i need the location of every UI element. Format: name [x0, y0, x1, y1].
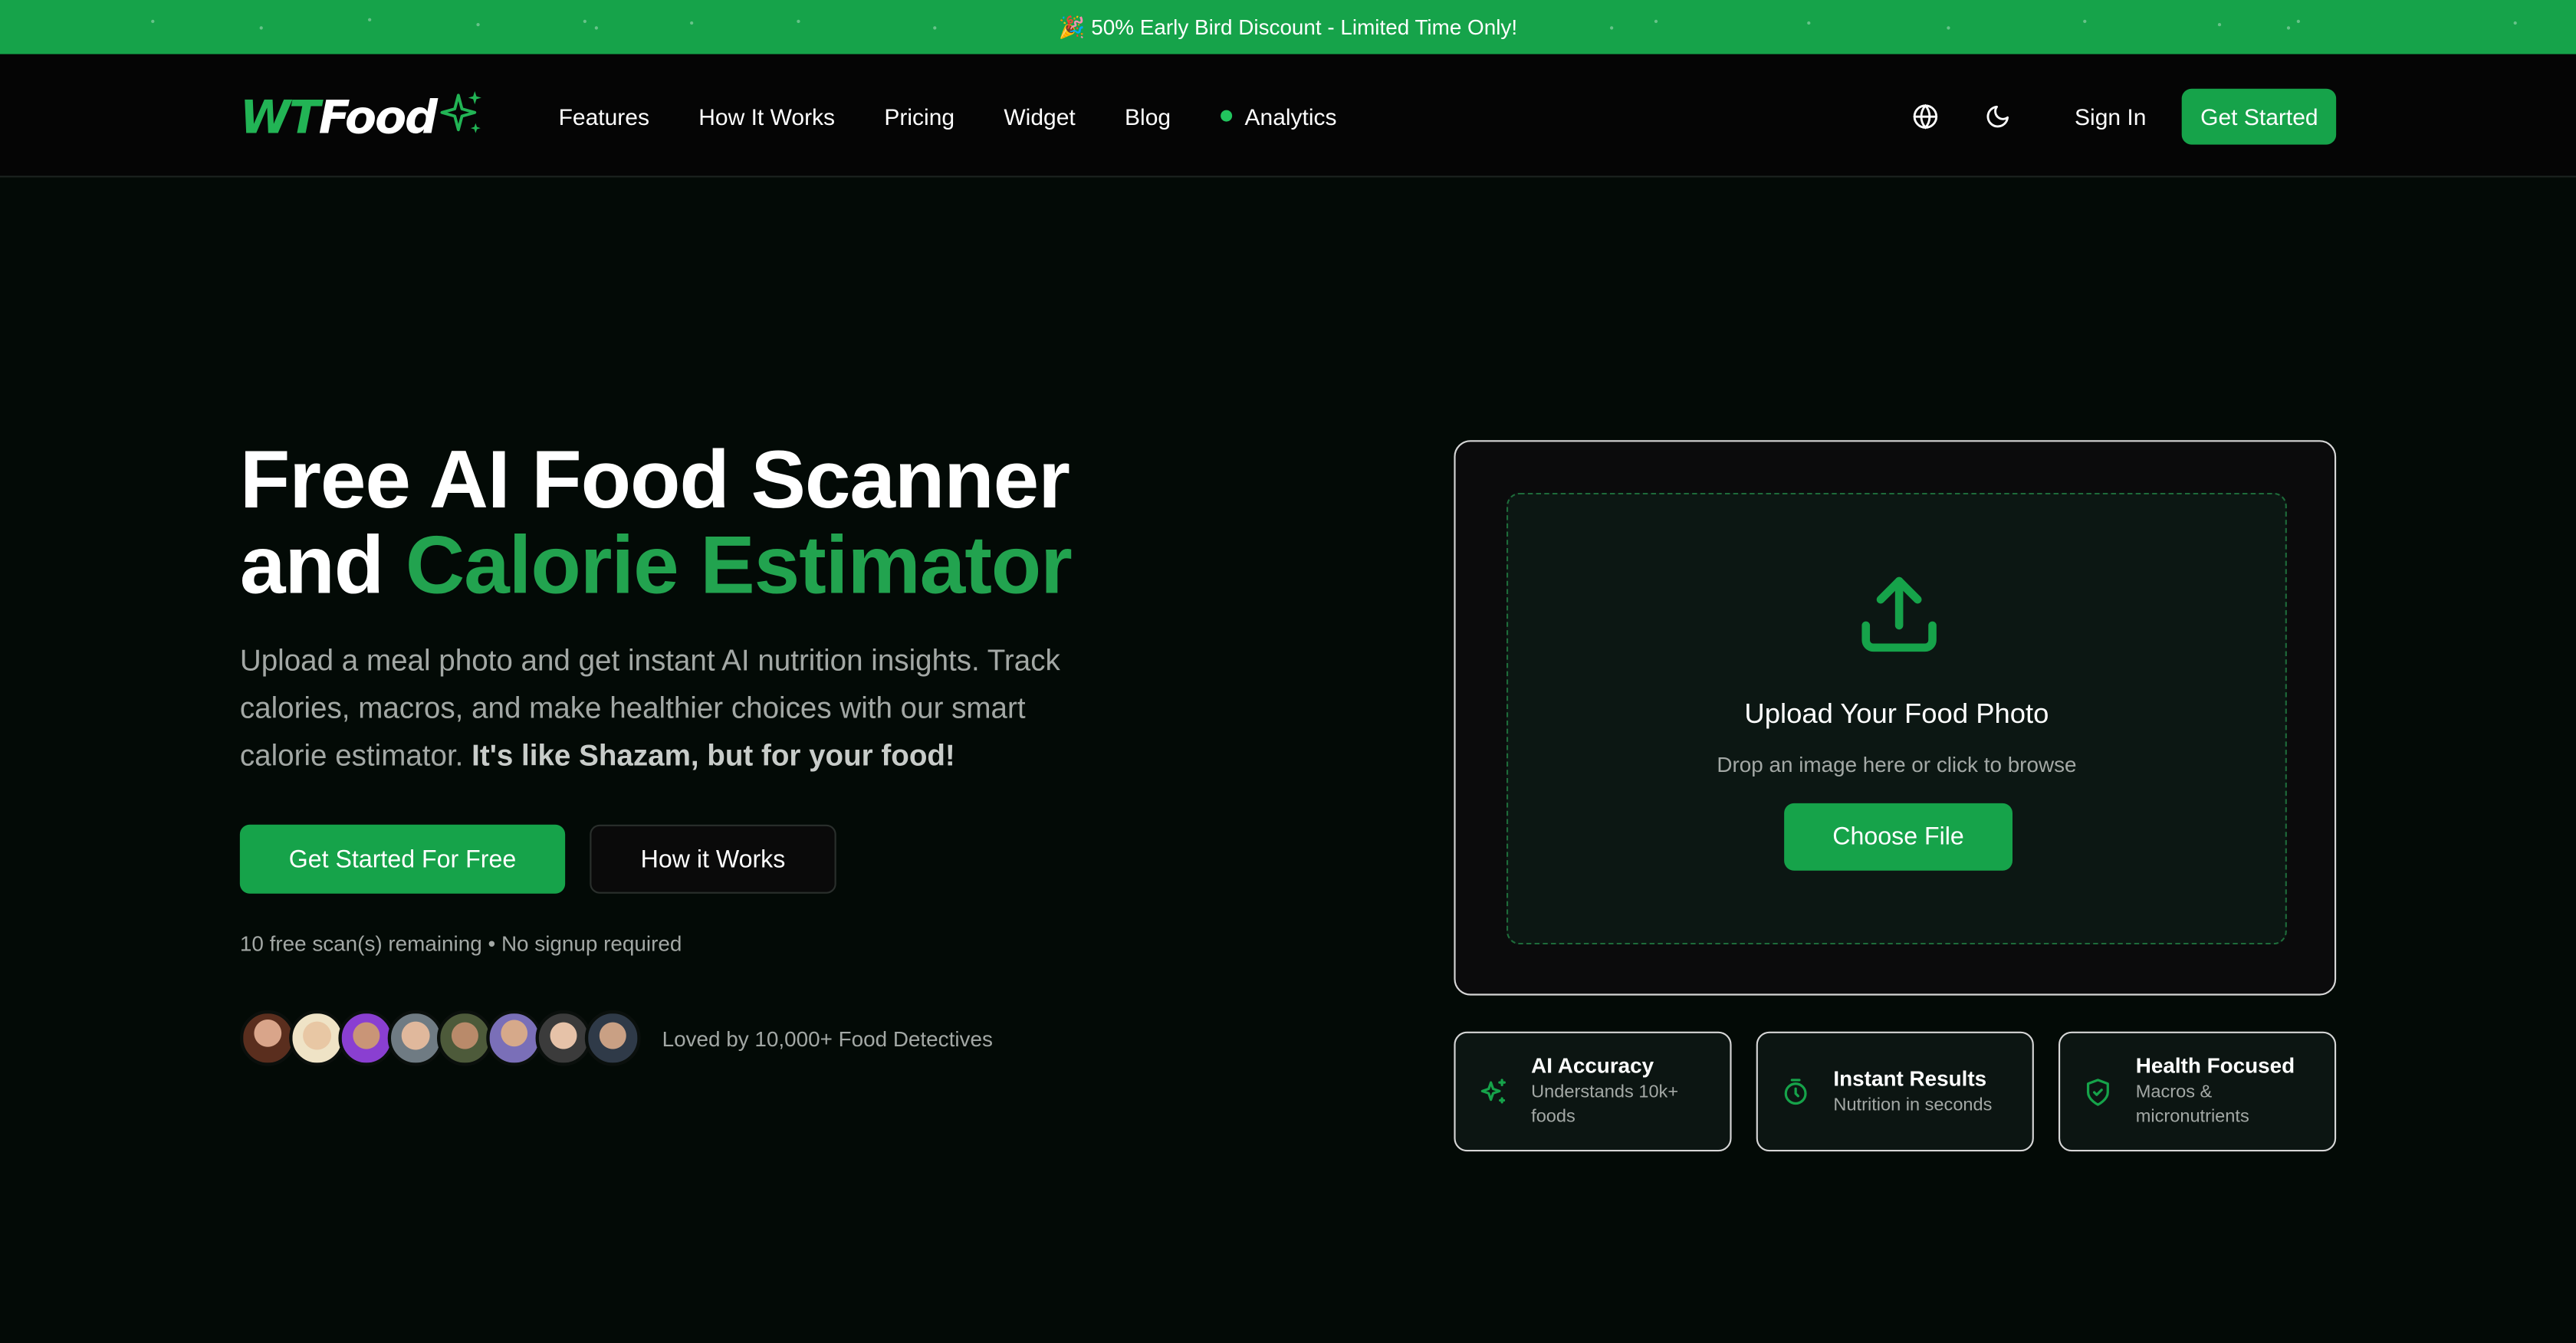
feature-card-health-focused: Health Focused Macros & micronutrients	[2058, 1031, 2337, 1152]
timer-icon	[1758, 1077, 1834, 1107]
hero-title: Free AI Food Scanner and Calorie Estimat…	[240, 437, 1160, 608]
upload-icon	[1855, 570, 1944, 667]
nav-link-how-it-works[interactable]: How It Works	[698, 103, 835, 129]
avatar	[584, 1010, 641, 1066]
feature-desc: Macros & micronutrients	[2135, 1082, 2249, 1127]
feature-card-instant-results: Instant Results Nutrition in seconds	[1756, 1031, 2034, 1152]
top-nav: WTFood Features How It Works Pricing Wid…	[0, 54, 2576, 178]
avatar	[437, 1010, 493, 1066]
nav-link-pricing[interactable]: Pricing	[884, 103, 955, 129]
nav-link-analytics[interactable]: Analytics	[1220, 102, 1337, 130]
promo-banner[interactable]: 🎉 50% Early Bird Discount - Limited Time…	[0, 0, 2576, 54]
moon-icon[interactable]	[1980, 97, 2016, 133]
hero-title-accent: Calorie Estimator	[405, 519, 1073, 612]
nav-links: Features How It Works Pricing Widget Blo…	[559, 54, 1337, 178]
upload-card: Upload Your Food Photo Drop an image her…	[1454, 440, 2337, 996]
avatar	[535, 1010, 592, 1066]
brand-logo[interactable]: WTFood	[240, 84, 485, 149]
hero-subtitle: Upload a meal photo and get instant AI n…	[240, 637, 1094, 780]
social-proof: Loved by 10,000+ Food Detectives	[239, 1010, 993, 1066]
sign-in-link[interactable]: Sign In	[2075, 103, 2146, 129]
upload-dropzone[interactable]: Upload Your Food Photo Drop an image her…	[1506, 492, 2287, 945]
feature-card-ai-accuracy: AI Accuracy Understands 10k+ foods	[1454, 1031, 1732, 1152]
get-started-button[interactable]: Get Started	[2182, 87, 2337, 144]
get-started-free-button[interactable]: Get Started For Free	[239, 824, 566, 894]
nav-link-analytics-label: Analytics	[1244, 102, 1337, 130]
hero-subtitle-bold: It's like Shazam, but for your food!	[472, 739, 955, 773]
avatar	[387, 1010, 444, 1066]
live-indicator-dot	[1220, 110, 1232, 122]
promo-banner-text: 🎉 50% Early Bird Discount - Limited Time…	[1058, 14, 1518, 39]
avatar	[338, 1010, 395, 1066]
feature-desc: Understands 10k+ foods	[1531, 1082, 1679, 1127]
nav-link-widget[interactable]: Widget	[1004, 103, 1075, 129]
globe-icon[interactable]	[1907, 97, 1943, 133]
nav-actions: Sign In Get Started	[1907, 54, 2337, 178]
sparkle-icon	[439, 88, 485, 146]
hero-title-line2: and	[239, 519, 406, 612]
free-scans-note: 10 free scan(s) remaining • No signup re…	[239, 931, 682, 957]
logo-wt: WT	[239, 89, 320, 144]
feature-title: Instant Results	[1833, 1065, 1987, 1090]
feature-title: Health Focused	[2135, 1052, 2295, 1078]
sparkle-icon	[1456, 1077, 1532, 1107]
choose-file-button[interactable]: Choose File	[1784, 803, 2013, 871]
hero-title-line1: Free AI Food Scanner	[239, 433, 1070, 526]
avatar	[239, 1010, 296, 1066]
feature-desc: Nutrition in seconds	[1833, 1095, 1993, 1115]
avatar	[486, 1010, 543, 1066]
nav-link-features[interactable]: Features	[559, 103, 649, 129]
upload-hint: Drop an image here or click to browse	[1717, 752, 2077, 777]
avatar	[289, 1010, 345, 1066]
hero-buttons: Get Started For Free How it Works	[239, 824, 836, 894]
social-proof-text: Loved by 10,000+ Food Detectives	[662, 1026, 993, 1051]
upload-title: Upload Your Food Photo	[1744, 698, 2049, 730]
feature-title: AI Accuracy	[1531, 1052, 1654, 1078]
how-it-works-button[interactable]: How it Works	[590, 824, 836, 894]
logo-food: Food	[318, 89, 438, 144]
page: 🎉 50% Early Bird Discount - Limited Time…	[0, 0, 2576, 1343]
shield-check-icon	[2060, 1077, 2136, 1107]
nav-link-blog[interactable]: Blog	[1125, 103, 1171, 129]
